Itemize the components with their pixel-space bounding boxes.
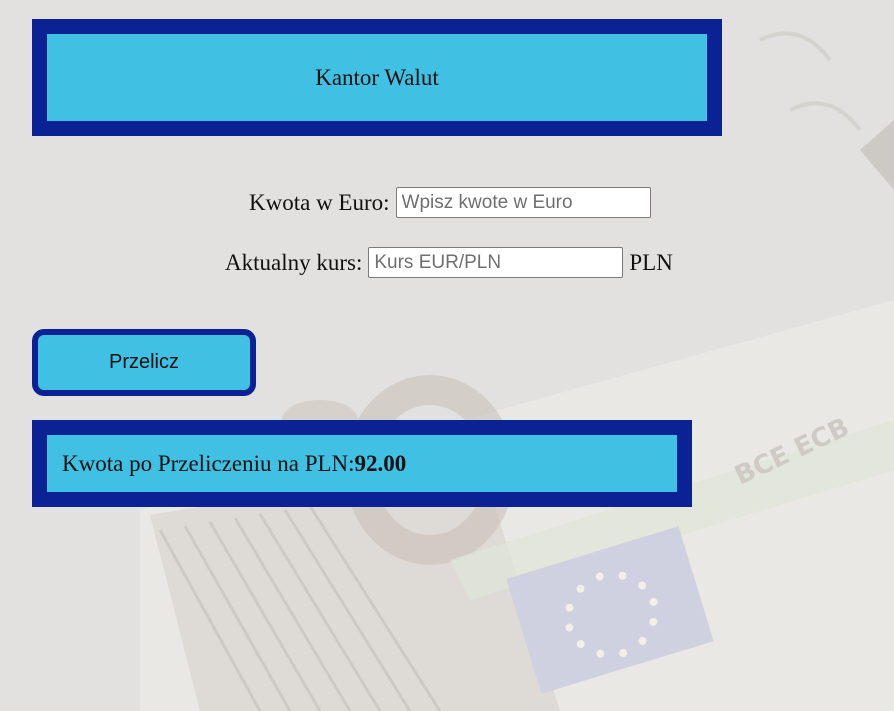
result-box: Kwota po Przeliczeniu na PLN: 92.00 [32,420,692,507]
convert-button[interactable]: Przelicz [32,329,256,396]
exchange-rate-input[interactable] [368,247,624,278]
result-value: 92.00 [354,450,407,476]
result-label: Kwota po Przeliczeniu na PLN: [62,450,355,476]
page-title: Kantor Walut [315,64,439,90]
header-panel: Kantor Walut [47,34,707,121]
exchange-rate-label: Aktualny kurs: [225,249,363,275]
euro-amount-row: Kwota w Euro: [249,187,651,218]
exchange-rate-row: Aktualny kurs: PLN [225,247,673,278]
result-panel: Kwota po Przeliczeniu na PLN: 92.00 [47,435,677,492]
currency-unit-label: PLN [629,249,673,275]
header-banner: Kantor Walut [32,19,722,136]
euro-amount-label: Kwota w Euro: [249,189,390,215]
euro-amount-input[interactable] [395,187,651,218]
